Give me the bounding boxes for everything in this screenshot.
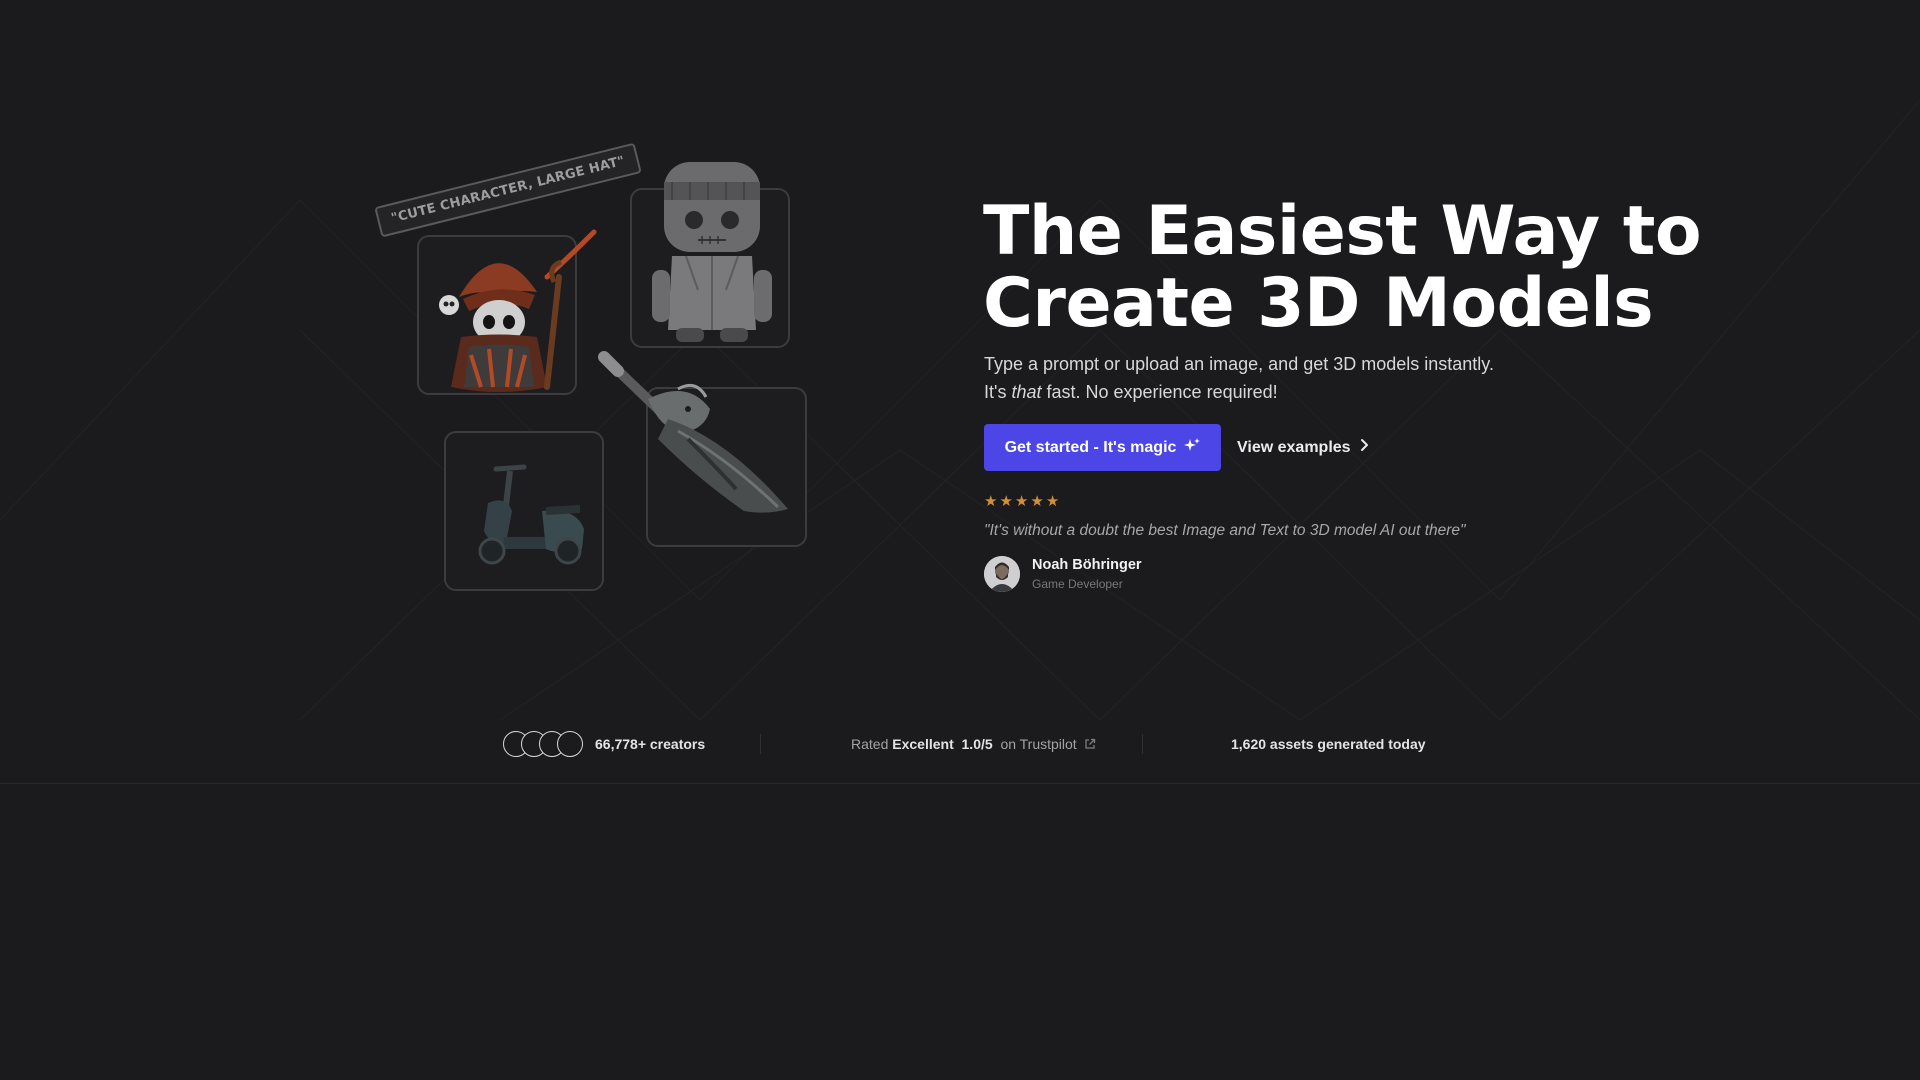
view-examples-link[interactable]: View examples xyxy=(1237,424,1369,471)
creators-label: creators xyxy=(649,736,706,752)
stats-divider xyxy=(1142,734,1143,754)
subtitle-suffix: fast. No experience required! xyxy=(1041,382,1278,402)
star-icon: ★ xyxy=(999,493,1013,510)
author-avatar xyxy=(984,556,1020,592)
creators-count: 66,778+ xyxy=(595,736,646,752)
creator-avatars xyxy=(503,731,583,757)
landing-page: "CUTE CHARACTER, LARGE HAT" The Easiest … xyxy=(0,0,1920,1080)
star-icon: ★ xyxy=(1014,493,1029,510)
hero-title-line-2: Create 3D Models xyxy=(983,264,1654,343)
subtitle-emphasis: that xyxy=(1011,382,1042,402)
get-started-button[interactable]: Get started - It's magic xyxy=(984,424,1221,471)
star-icon: ★ xyxy=(984,493,998,510)
stats-bar: 66,778+ creators Rated Excellent 1.0/5 o… xyxy=(0,720,1920,784)
assets-generated-stat: 1,620 assets generated today xyxy=(1231,728,1426,760)
wizard-model-card xyxy=(417,229,597,395)
wizard-figure-image xyxy=(439,229,597,392)
prompt-tag-label: "CUTE CHARACTER, LARGE HAT" xyxy=(374,142,642,238)
star-icon: ★ xyxy=(1045,493,1060,510)
creator-avatar xyxy=(557,731,583,757)
hero-subtitle-line-1: Type a prompt or upload an image, and ge… xyxy=(984,354,1494,374)
sword-model-card xyxy=(598,351,807,547)
hero-subtitle: Type a prompt or upload an image, and ge… xyxy=(984,350,1494,406)
view-examples-label: View examples xyxy=(1237,438,1351,456)
stats-divider xyxy=(760,734,761,754)
hero-subtitle-line-2: It's that fast. No experience required! xyxy=(984,378,1494,406)
scooter-image xyxy=(478,464,584,565)
rating-score: 1.0/5 xyxy=(961,736,993,752)
rating-prefix: Rated xyxy=(851,736,889,752)
monster-model-card xyxy=(630,162,790,348)
rating-word: Excellent xyxy=(892,736,954,752)
rating-stars: ★ ★ ★ ★ ★ xyxy=(984,494,1059,510)
scooter-model-card xyxy=(444,431,604,591)
creators-stat: 66,778+ creators xyxy=(503,728,705,760)
background-pattern xyxy=(0,99,1920,721)
frankenstein-figure-image xyxy=(652,162,772,342)
subtitle-prefix: It's xyxy=(984,382,1012,402)
dragon-sword-image xyxy=(598,351,788,513)
get-started-label: Get started - It's magic xyxy=(1004,438,1177,456)
chevron-right-icon xyxy=(1359,438,1369,457)
testimonial-quote: "It's without a doubt the best Image and… xyxy=(984,522,1466,539)
assets-text: 1,620 assets generated today xyxy=(1231,736,1426,752)
star-icon: ★ xyxy=(1030,493,1044,510)
hero-title-line-1: The Easiest Way to xyxy=(983,192,1702,271)
rating-suffix: on Trustpilot xyxy=(1000,736,1077,752)
author-name: Noah Böhringer xyxy=(1032,557,1142,573)
external-link-icon xyxy=(1084,738,1096,750)
hero-title: The Easiest Way to Create 3D Models xyxy=(983,192,1702,343)
author-role: Game Developer xyxy=(1032,577,1123,591)
sparkle-icon xyxy=(1184,437,1201,458)
trustpilot-rating[interactable]: Rated Excellent 1.0/5 on Trustpilot xyxy=(851,728,1096,760)
